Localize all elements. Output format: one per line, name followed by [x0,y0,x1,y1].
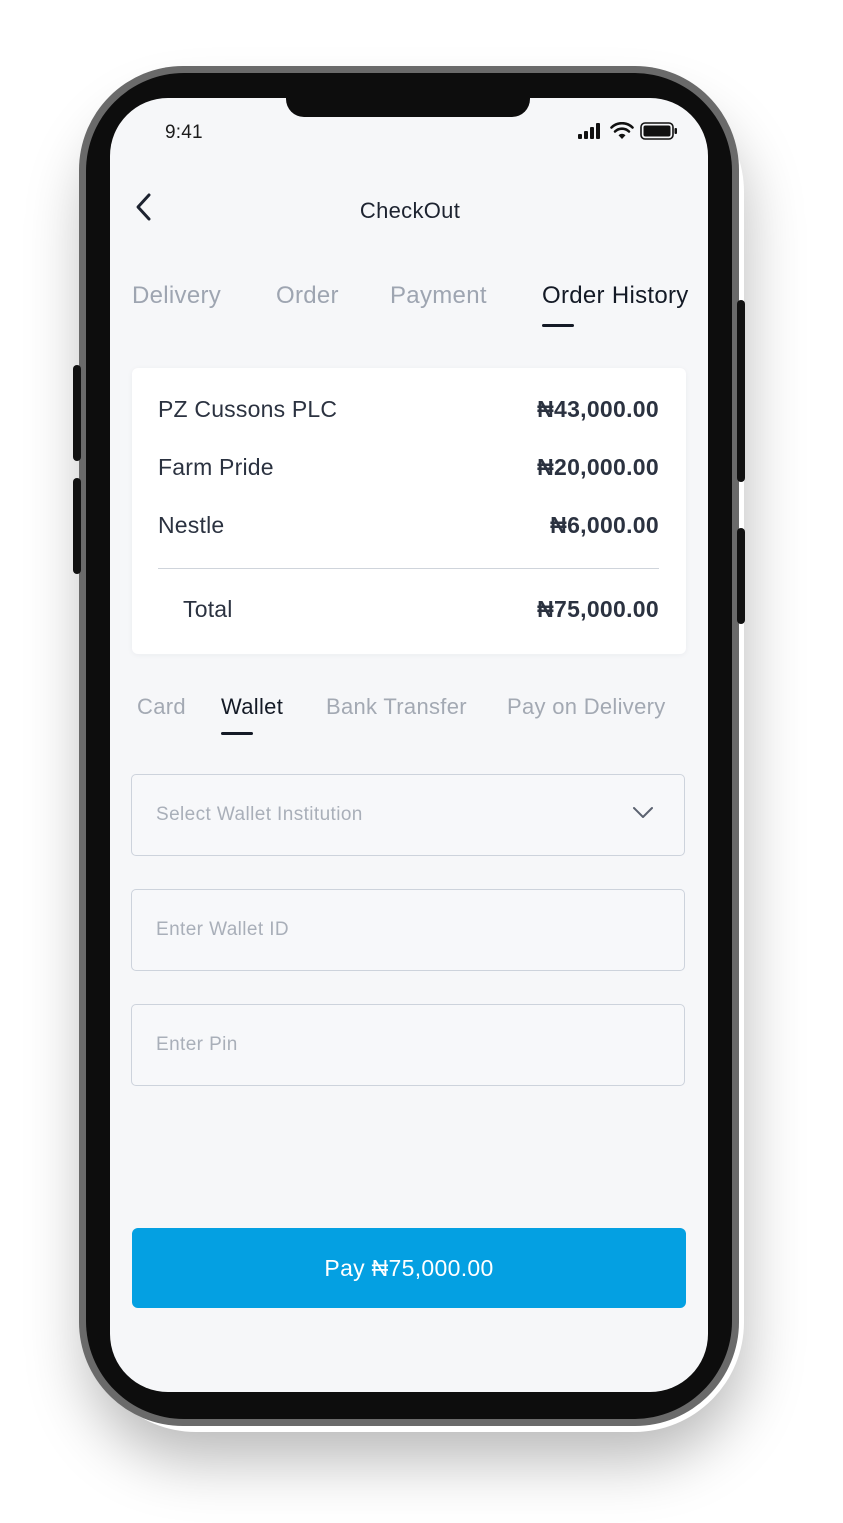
order-summary-card: PZ Cussons PLC ₦43,000.00 Farm Pride ₦20… [132,368,686,654]
item-amount: ₦6,000.00 [550,512,659,538]
tab-active-indicator [542,324,574,327]
back-button[interactable] [132,192,160,224]
tab-wallet[interactable]: Wallet [221,694,283,720]
tab-delivery[interactable]: Delivery [132,282,221,310]
item-amount: ₦43,000.00 [537,396,659,422]
status-icons [578,121,678,141]
total-amount: ₦75,000.00 [537,596,659,622]
battery-icon [640,122,677,140]
wallet-institution-select[interactable]: Select Wallet Institution [131,774,685,856]
tab-payment[interactable]: Payment [390,282,487,310]
summary-divider [158,568,659,569]
checkout-tabs: Delivery Order Payment Order History [132,282,708,342]
tab-card[interactable]: Card [137,694,186,720]
item-name: Farm Pride [158,454,274,480]
notch [286,98,530,117]
item-amount: ₦20,000.00 [537,454,659,480]
tab-order[interactable]: Order [276,282,339,310]
pin-field [131,1004,685,1086]
power-button [737,300,745,482]
tab-pay-on-delivery[interactable]: Pay on Delivery [507,694,666,720]
wallet-id-field [131,889,685,971]
item-name: Nestle [158,512,225,538]
tab-order-history[interactable]: Order History [542,282,689,310]
chevron-down-icon [633,807,653,818]
wifi-icon [610,122,634,139]
pay-button-label: Pay ₦75,000.00 [324,1254,494,1281]
volume-button [73,478,81,574]
chevron-left-icon [136,193,151,221]
signal-icon [578,123,600,139]
payment-tab-indicator [221,732,253,735]
pay-button[interactable]: Pay ₦75,000.00 [132,1228,686,1308]
item-name: PZ Cussons PLC [158,396,338,422]
wallet-id-input[interactable] [132,890,684,970]
page-title: CheckOut [359,198,461,223]
status-time: 9:41 [165,122,203,143]
select-placeholder: Select Wallet Institution [156,804,363,825]
side-button [737,528,745,624]
tab-bank-transfer[interactable]: Bank Transfer [326,694,467,720]
mute-switch [73,365,81,461]
pin-input[interactable] [132,1005,684,1085]
total-label: Total [183,596,233,622]
